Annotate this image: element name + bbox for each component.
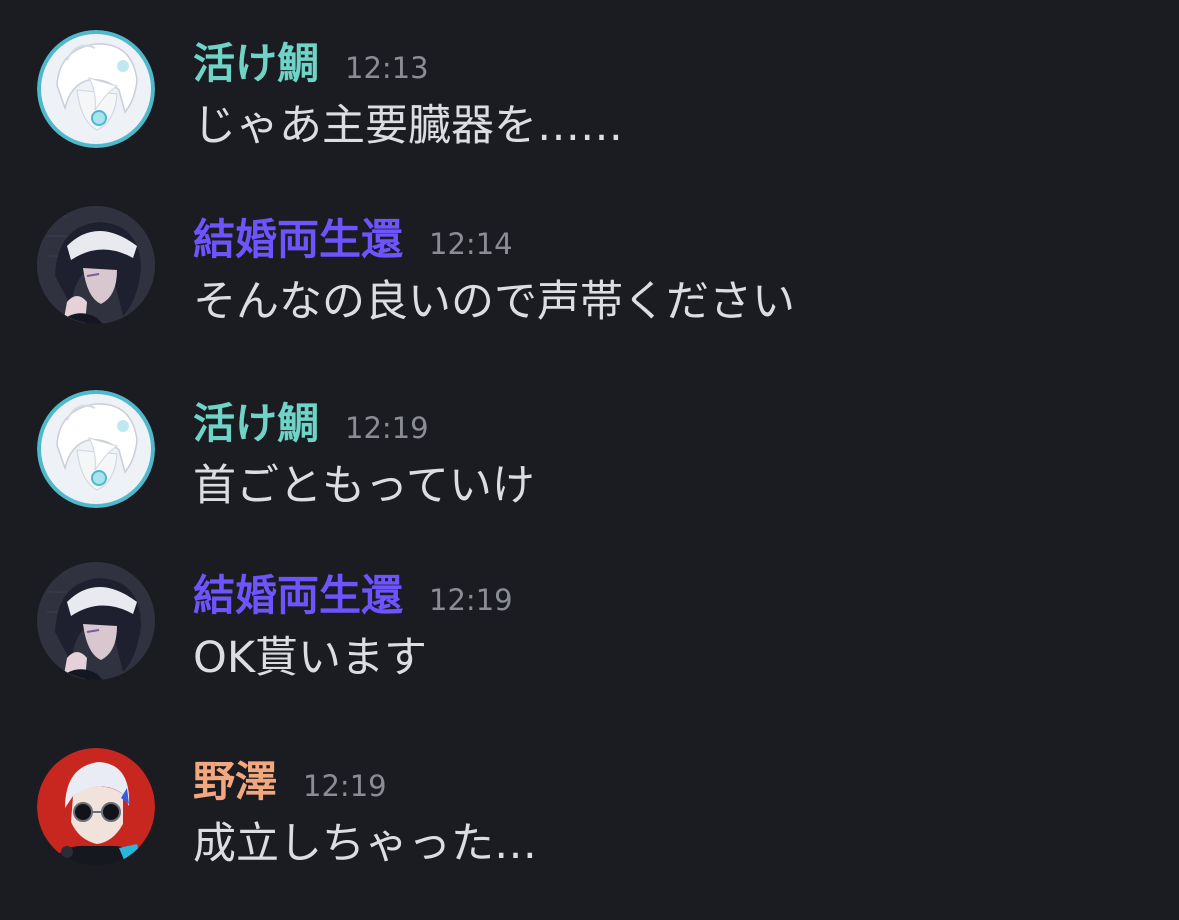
message-timestamp: 12:19: [429, 583, 513, 617]
message-header: 結婚両生還 12:14: [193, 214, 513, 270]
message-text: じゃあ主要臓器を……: [193, 101, 623, 151]
white-haired-character-avatar[interactable]: [37, 30, 155, 148]
message-header: 活け鯛 12:13: [193, 38, 429, 94]
author-name[interactable]: 結婚両生還: [193, 214, 403, 266]
message-timestamp: 12:19: [303, 769, 387, 803]
message-timestamp: 12:14: [429, 227, 513, 261]
chat-message: 結婚両生還 12:14 そんなの良いので声帯ください: [0, 206, 1179, 346]
white-haired-character-avatar[interactable]: [37, 390, 155, 508]
author-name[interactable]: 活け鯛: [193, 38, 319, 90]
message-text: 成立しちゃった…: [193, 819, 537, 869]
message-header: 活け鯛 12:19: [193, 398, 429, 454]
author-name[interactable]: 野澤: [193, 756, 277, 808]
message-header: 結婚両生還 12:19: [193, 570, 513, 626]
chat-message-list: 活け鯛 12:13 じゃあ主要臓器を…… 結婚両生還 12:14 そんなの良いの…: [0, 0, 1179, 920]
chat-message: 活け鯛 12:13 じゃあ主要臓器を……: [0, 30, 1179, 170]
message-text: 首ごともっていけ: [193, 461, 535, 511]
message-header: 野澤 12:19: [193, 756, 387, 812]
dark-haired-character-avatar[interactable]: [37, 562, 155, 680]
message-text: OK貰います: [193, 633, 428, 683]
sunglasses-character-avatar[interactable]: [37, 748, 155, 866]
message-timestamp: 12:19: [345, 411, 429, 445]
message-text: そんなの良いので声帯ください: [193, 277, 795, 327]
chat-message: 野澤 12:19 成立しちゃった…: [0, 748, 1179, 888]
chat-message: 活け鯛 12:19 首ごともっていけ: [0, 390, 1179, 530]
dark-haired-character-avatar[interactable]: [37, 206, 155, 324]
author-name[interactable]: 結婚両生還: [193, 570, 403, 622]
message-timestamp: 12:13: [345, 51, 429, 85]
chat-message: 結婚両生還 12:19 OK貰います: [0, 562, 1179, 702]
author-name[interactable]: 活け鯛: [193, 398, 319, 450]
